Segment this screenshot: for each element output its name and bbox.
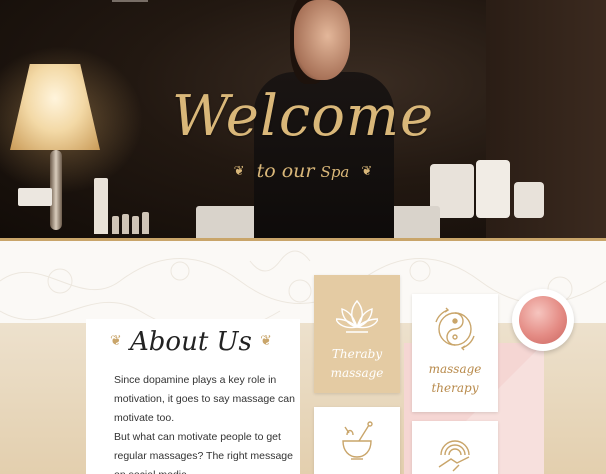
lotus-icon xyxy=(336,299,378,333)
spa-bottles xyxy=(90,176,150,234)
about-section: ❦ About Us ❦ Since dopamine plays a key … xyxy=(0,241,606,474)
about-title: ❦ About Us ❦ xyxy=(110,327,272,357)
yin-yang-icon xyxy=(435,307,475,351)
mortar-pestle-icon xyxy=(342,421,373,460)
about-paragraph: Since dopamine plays a key role in motiv… xyxy=(114,374,295,424)
site-logo[interactable] xyxy=(112,0,148,2)
tagline-spa: Spa xyxy=(320,163,350,181)
service-label: massage therapy xyxy=(428,362,482,395)
ornament-left-icon: ❦ xyxy=(233,164,245,179)
service-card-massage-therapy[interactable]: massage therapy xyxy=(412,294,498,412)
service-card-hand-massage[interactable] xyxy=(412,421,498,474)
about-body-text: Since dopamine plays a key role in motiv… xyxy=(114,371,296,474)
hero-tagline: ❦ to our Spa ❦ xyxy=(0,160,606,182)
about-ornament-right-icon: ❦ xyxy=(260,333,272,349)
hand-wave-icon xyxy=(438,440,470,472)
pink-salt-bowl-image xyxy=(512,289,574,351)
about-card: ❦ About Us ❦ Since dopamine plays a key … xyxy=(86,319,300,474)
ornament-right-icon: ❦ xyxy=(361,164,373,179)
about-title-text: About Us xyxy=(130,327,252,357)
service-label: Theraby massage xyxy=(330,347,384,380)
tagline-text: to our xyxy=(256,160,315,182)
about-ornament-left-icon: ❦ xyxy=(110,333,122,349)
hero-banner: Welcome ❦ to our Spa ❦ xyxy=(0,0,606,238)
wall-outlet xyxy=(18,188,52,206)
service-card-herbal[interactable] xyxy=(314,407,400,474)
service-card-therapy-massage[interactable]: Theraby massage xyxy=(314,275,400,393)
about-paragraph: But what can motivate people to get regu… xyxy=(114,431,293,474)
hero-welcome-title: Welcome xyxy=(171,84,435,149)
